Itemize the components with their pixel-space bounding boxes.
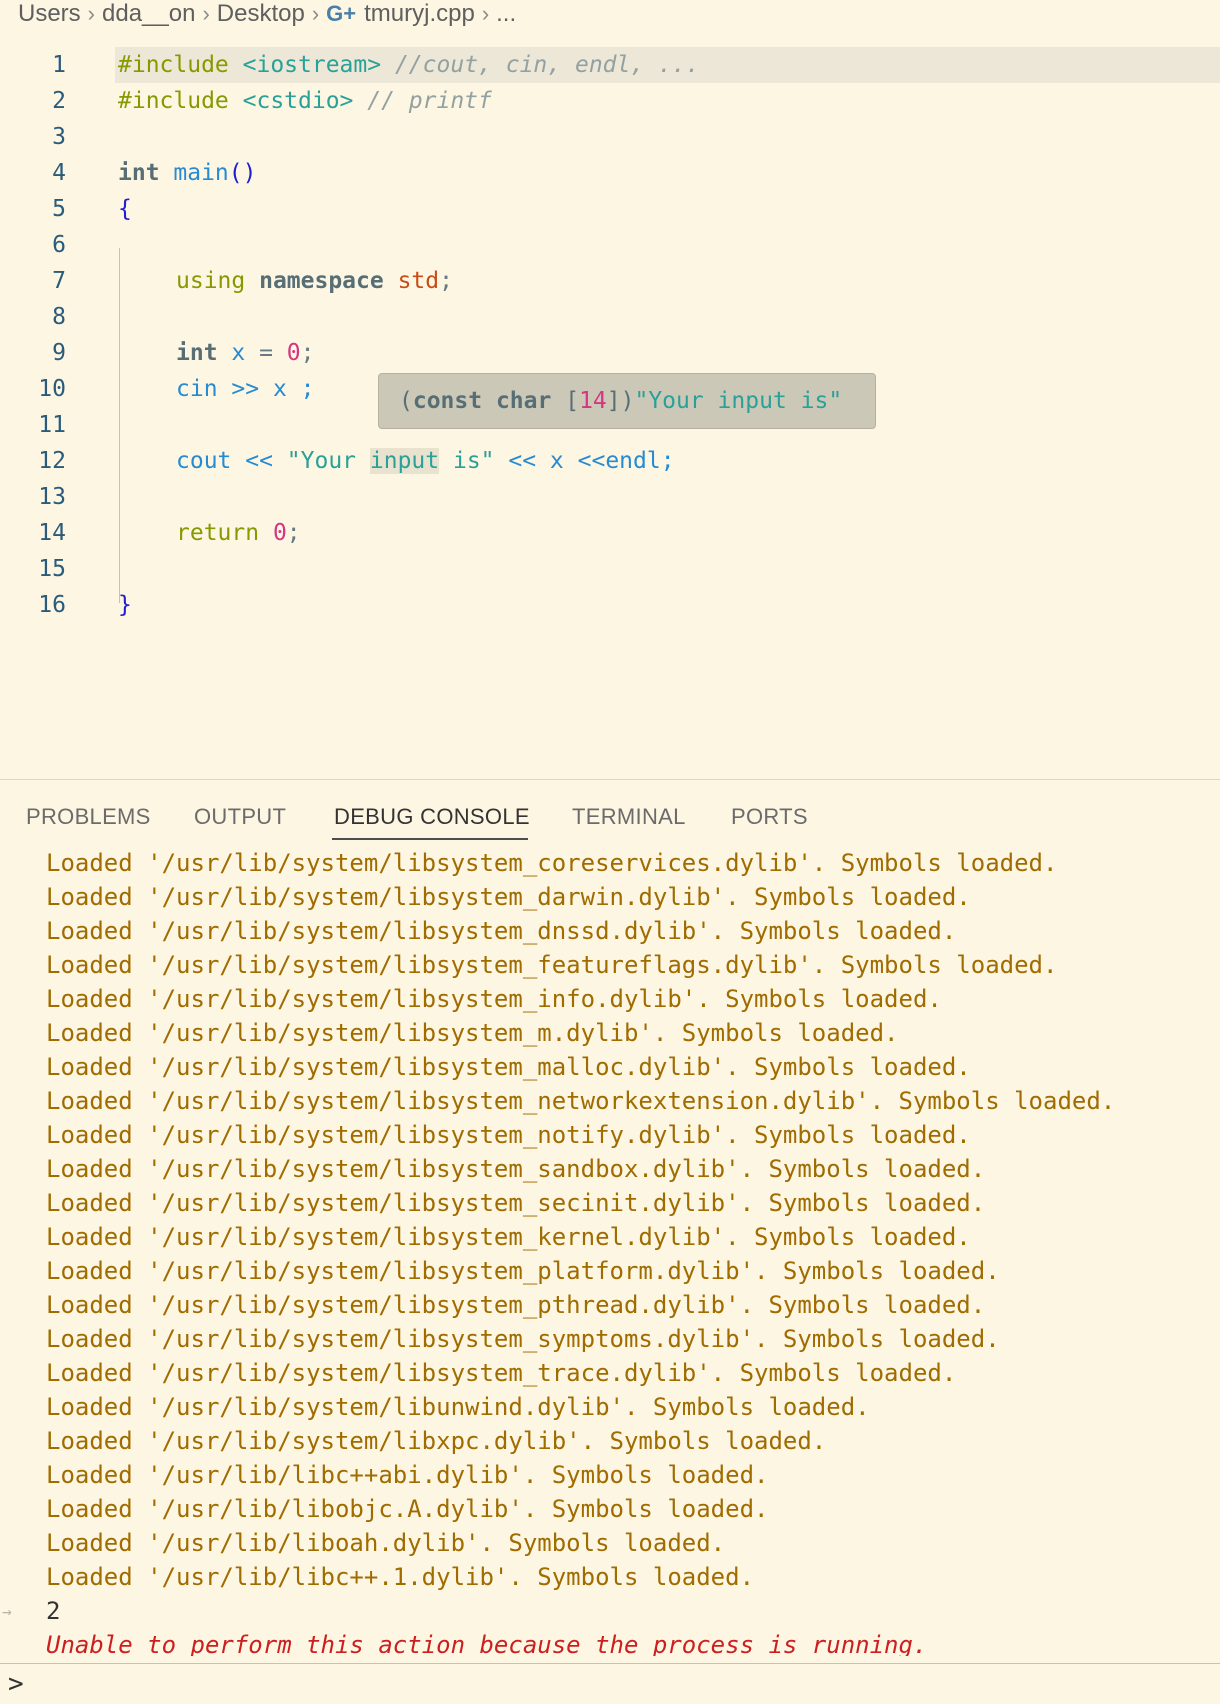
- tab-output[interactable]: OUTPUT: [194, 804, 286, 830]
- code-line-3[interactable]: 3: [0, 119, 1220, 155]
- line-number[interactable]: 6: [0, 232, 66, 258]
- breadcrumb-desktop[interactable]: Desktop: [217, 0, 305, 28]
- code-line-12[interactable]: 12 cout << "Your input is" << x <<endl;: [0, 443, 1220, 479]
- line-number[interactable]: 4: [0, 160, 66, 186]
- console-input-divider: [0, 1663, 1220, 1664]
- console-line: Loaded '/usr/lib/system/libsystem_trace.…: [46, 1359, 957, 1387]
- tab-ports[interactable]: PORTS: [731, 804, 808, 830]
- cpp-file-icon: G+: [326, 1, 357, 26]
- code-line-5[interactable]: 5 {: [0, 191, 1220, 227]
- line-number[interactable]: 13: [0, 484, 66, 510]
- input-echo-arrow-icon: →: [2, 1602, 12, 1621]
- code-line-9[interactable]: 9 int x = 0;: [0, 335, 1220, 371]
- active-tab-indicator: [332, 838, 528, 840]
- console-line: Loaded '/usr/lib/system/libsystem_m.dyli…: [46, 1019, 899, 1047]
- console-line: Loaded '/usr/lib/system/libsystem_darwin…: [46, 883, 971, 911]
- console-input-echo: 2: [46, 1597, 61, 1625]
- debug-console-input[interactable]: [33, 1670, 1220, 1698]
- code-line-14[interactable]: 14 return 0;: [0, 515, 1220, 551]
- panel-tabs: PROBLEMS OUTPUT DEBUG CONSOLE TERMINAL P…: [0, 790, 1220, 844]
- code-line-6[interactable]: 6: [0, 227, 1220, 263]
- breadcrumb-symbols[interactable]: ...: [496, 0, 516, 28]
- console-input-row: >: [8, 1666, 1220, 1702]
- console-line: Loaded '/usr/lib/system/libsystem_corese…: [46, 849, 1058, 877]
- panel-divider[interactable]: [0, 779, 1220, 780]
- console-line: Loaded '/usr/lib/system/libxpc.dylib'. S…: [46, 1427, 827, 1455]
- console-line: Loaded '/usr/lib/system/libsystem_notify…: [46, 1121, 971, 1149]
- line-number[interactable]: 8: [0, 304, 66, 330]
- line-number[interactable]: 3: [0, 124, 66, 150]
- tab-problems[interactable]: PROBLEMS: [26, 804, 151, 830]
- console-line: Loaded '/usr/lib/libc++abi.dylib'. Symbo…: [46, 1461, 769, 1489]
- chevron-right-icon: ›: [202, 1, 210, 26]
- hover-tooltip: (const char [14]) "Your input is": [378, 373, 876, 429]
- chevron-right-icon: ›: [311, 1, 320, 26]
- code-line-4[interactable]: 4 int main(): [0, 155, 1220, 191]
- line-number[interactable]: 7: [0, 268, 66, 294]
- chevron-right-icon: ›: [481, 1, 490, 26]
- console-line: Loaded '/usr/lib/libc++.1.dylib'. Symbol…: [46, 1563, 755, 1591]
- prompt-chevron-icon: >: [8, 1669, 24, 1699]
- line-number[interactable]: 14: [0, 520, 66, 546]
- breadcrumb-users[interactable]: Users: [18, 0, 81, 28]
- console-line: Loaded '/usr/lib/liboah.dylib'. Symbols …: [46, 1529, 726, 1557]
- code-line-1[interactable]: 1 #include <iostream> //cout, cin, endl,…: [52, 47, 1220, 83]
- chevron-right-icon: ›: [87, 1, 95, 26]
- code-line-2[interactable]: 2 #include <cstdio> // printf: [0, 83, 1220, 119]
- console-line: Loaded '/usr/lib/system/libsystem_featur…: [46, 951, 1058, 979]
- console-line: Loaded '/usr/lib/system/libsystem_sandbo…: [46, 1155, 986, 1183]
- tab-terminal[interactable]: TERMINAL: [572, 804, 686, 830]
- console-line: Loaded '/usr/lib/system/libsystem_malloc…: [46, 1053, 971, 1081]
- hovered-token[interactable]: input: [369, 448, 440, 474]
- console-line: Loaded '/usr/lib/system/libunwind.dylib'…: [46, 1393, 870, 1421]
- console-error-message: Unable to perform this action because th…: [46, 1631, 928, 1656]
- line-number[interactable]: 11: [0, 412, 66, 438]
- line-number[interactable]: 9: [0, 340, 66, 366]
- breadcrumb-user-folder[interactable]: dda__on: [102, 0, 195, 28]
- line-number[interactable]: 2: [0, 88, 66, 114]
- breadcrumb-file[interactable]: tmuryj.cpp: [364, 0, 475, 28]
- console-line: Loaded '/usr/lib/system/libsystem_info.d…: [46, 985, 942, 1013]
- console-line: Loaded '/usr/lib/system/libsystem_dnssd.…: [46, 917, 957, 945]
- console-line: Loaded '/usr/lib/system/libsystem_secini…: [46, 1189, 986, 1217]
- line-number[interactable]: 5: [0, 196, 66, 222]
- line-number[interactable]: 1: [0, 52, 66, 78]
- line-number[interactable]: 12: [0, 448, 66, 474]
- debug-console-output[interactable]: Loaded '/usr/lib/system/libsystem_corese…: [0, 846, 1220, 1656]
- code-line-8[interactable]: 8: [0, 299, 1220, 335]
- code-line-13[interactable]: 13: [0, 479, 1220, 515]
- console-line: Loaded '/usr/lib/system/libsystem_platfo…: [46, 1257, 1000, 1285]
- breadcrumb: Users › dda__on › Desktop › G+ tmuryj.cp…: [0, 0, 1220, 28]
- code-line-15[interactable]: 15: [0, 551, 1220, 587]
- tab-debug-console[interactable]: DEBUG CONSOLE: [334, 804, 530, 830]
- console-line: Loaded '/usr/lib/libobjc.A.dylib'. Symbo…: [46, 1495, 769, 1523]
- console-line: Loaded '/usr/lib/system/libsystem_networ…: [46, 1087, 1116, 1115]
- code-line-7[interactable]: 7 using namespace std;: [0, 263, 1220, 299]
- line-number[interactable]: 16: [0, 592, 66, 618]
- code-line-16[interactable]: 16 }: [0, 587, 1220, 623]
- line-number[interactable]: 10: [0, 376, 66, 402]
- line-number[interactable]: 15: [0, 556, 66, 582]
- console-line: Loaded '/usr/lib/system/libsystem_pthrea…: [46, 1291, 986, 1319]
- console-line: Loaded '/usr/lib/system/libsystem_kernel…: [46, 1223, 971, 1251]
- console-line: Loaded '/usr/lib/system/libsystem_sympto…: [46, 1325, 1000, 1353]
